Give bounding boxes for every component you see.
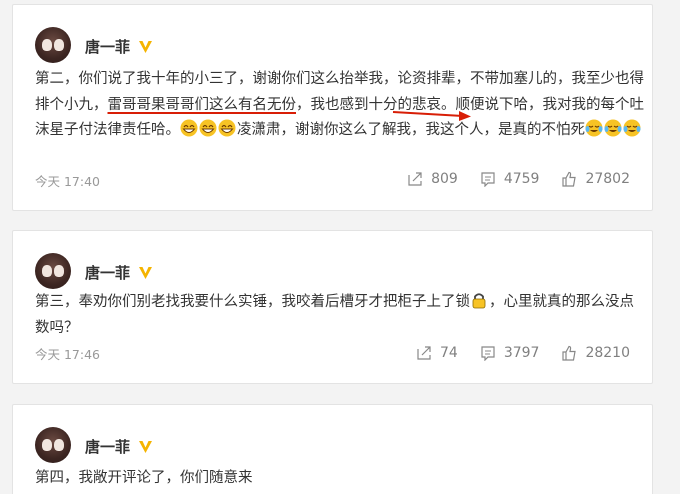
thumbs-up-icon: [562, 345, 577, 361]
avatar-face: [54, 265, 64, 277]
repost-icon: [417, 346, 431, 360]
post-text-segment: 第四，我敞开评论了，你们随意来: [35, 470, 253, 486]
post-card: 唐一菲 第三，奉劝你们别老找我要什么实锤，我咬着后槽牙才把柜子上了锁 ，心里就真的…: [12, 230, 653, 384]
author-name[interactable]: 唐一菲: [85, 36, 130, 57]
author-row: 唐一菲: [85, 261, 153, 283]
verified-v-icon: [138, 265, 153, 280]
action-bar: 74 3797 28210: [394, 345, 630, 361]
post-text: 第三，奉劝你们别老找我要什么实锤，我咬着后槽牙才把柜子上了锁 ，心里就真的那么没点…: [35, 290, 645, 341]
post-text: 第四，我敞开评论了，你们随意来: [35, 466, 645, 492]
author-name[interactable]: 唐一菲: [85, 436, 130, 457]
thumbs-up-icon: [562, 171, 577, 187]
avatar-face: [54, 439, 64, 451]
lock-emoji-icon: [472, 293, 486, 309]
avatar-face: [54, 39, 64, 51]
verified-v-icon: [138, 39, 153, 54]
avatar-face: [42, 39, 52, 51]
repost-button[interactable]: 809: [407, 171, 458, 187]
grin-emoji-icon: [218, 119, 236, 137]
tears-of-joy-emoji-icon: [585, 119, 603, 137]
red-arrow-annotation: [392, 111, 471, 121]
author-name[interactable]: 唐一菲: [85, 262, 130, 283]
avatar[interactable]: [35, 27, 71, 63]
underlined-text: 雷哥哥果哥哥们这么有名无份: [107, 96, 297, 113]
avatar-face: [42, 265, 52, 277]
grin-emoji-icon: [180, 119, 198, 137]
comment-icon: [481, 346, 495, 361]
repost-icon: [408, 172, 422, 186]
action-bar: 809 4759 27802: [385, 171, 630, 187]
post-text-segment: 第三，奉劝你们别老找我要什么实锤，我咬着后槽牙才把柜子上了锁: [35, 294, 470, 310]
comment-button[interactable]: 3797: [480, 345, 540, 361]
post-time: 今天 17:40: [35, 174, 100, 189]
comment-count: 3797: [503, 345, 540, 361]
avatar[interactable]: [35, 253, 71, 289]
post-text-segment: 凌潇肃，谢谢你这么了解我，我这个人，是真的不怕死: [237, 122, 585, 138]
avatar[interactable]: [35, 427, 71, 463]
repost-count: 809: [431, 171, 458, 187]
repost-button[interactable]: 74: [416, 345, 458, 361]
comment-icon: [481, 172, 495, 187]
post-time: 今天 17:46: [35, 347, 100, 362]
like-button[interactable]: 28210: [561, 345, 630, 361]
author-row: 唐一菲: [85, 35, 153, 57]
like-button[interactable]: 27802: [561, 171, 630, 187]
like-count: 27802: [585, 171, 630, 187]
comment-count: 4759: [503, 171, 540, 187]
tears-of-joy-emoji-icon: [623, 119, 641, 137]
verified-v-icon: [138, 439, 153, 454]
author-row: 唐一菲: [85, 435, 153, 457]
like-count: 28210: [585, 345, 630, 361]
grin-emoji-icon: [199, 119, 217, 137]
repost-count: 74: [439, 345, 458, 361]
post-card: 唐一菲 第四，我敞开评论了，你们随意来: [12, 404, 653, 494]
post-card: 唐一菲 第二，你们说了我十年的小三了，谢谢你们这么抬举我，论资排辈，不带加塞儿的…: [12, 4, 653, 211]
avatar-face: [42, 439, 52, 451]
comment-button[interactable]: 4759: [480, 171, 540, 187]
tears-of-joy-emoji-icon: [604, 119, 622, 137]
post-text: 第二，你们说了我十年的小三了，谢谢你们这么抬举我，论资排辈，不带加塞儿的，我至少…: [35, 67, 645, 144]
